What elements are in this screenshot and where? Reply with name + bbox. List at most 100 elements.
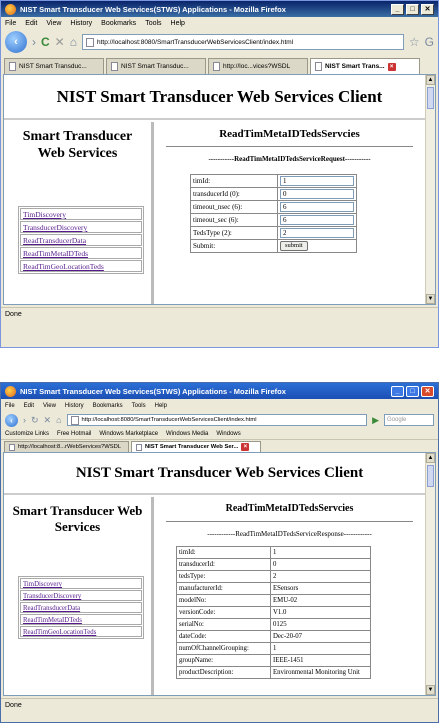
- scroll-down-icon[interactable]: ▼: [426, 685, 435, 695]
- url-bar[interactable]: http://localhost:8080/SmartTransducerWeb…: [66, 414, 368, 426]
- bookmark-star-icon[interactable]: ☆: [409, 35, 420, 49]
- link-read-tim-meta-id-teds[interactable]: ReadTimMetaIDTeds: [20, 614, 142, 625]
- scroll-thumb[interactable]: [427, 465, 434, 487]
- page-icon: [70, 415, 79, 425]
- maximize-button[interactable]: □: [406, 3, 419, 15]
- link-transducer-discovery[interactable]: TransducerDiscovery: [20, 221, 142, 233]
- link-read-transducer-data[interactable]: ReadTransducerData: [20, 234, 142, 246]
- field-value: EMU-02: [270, 594, 371, 607]
- field-label: serialNo:: [176, 618, 271, 631]
- field-value: 2: [270, 570, 371, 583]
- tab-2-active[interactable]: NIST Smart Transducer Web Ser... ×: [131, 441, 261, 452]
- field-label: modelNo:: [176, 594, 271, 607]
- submit-button[interactable]: submit: [280, 241, 308, 251]
- menu-tools[interactable]: Tools: [132, 403, 146, 409]
- response-table: timId: 1 transducerId: 0 tedsType: 2 manufa…: [176, 546, 371, 679]
- transducer-id-input[interactable]: 0: [280, 189, 354, 199]
- link-tim-discovery[interactable]: TimDiscovery: [20, 578, 142, 589]
- link-transducer-discovery[interactable]: TransducerDiscovery: [20, 590, 142, 601]
- scroll-thumb[interactable]: [427, 87, 434, 109]
- tab-label: NIST Smart Transduc...: [19, 63, 87, 70]
- menu-tools[interactable]: Tools: [145, 20, 161, 27]
- menu-history[interactable]: History: [70, 20, 92, 27]
- bookmark-windows-media[interactable]: Windows Media: [166, 431, 208, 437]
- service-links: TimDiscovery TransducerDiscovery ReadTra…: [18, 576, 144, 639]
- close-button[interactable]: ✕: [421, 385, 434, 397]
- scroll-down-icon[interactable]: ▼: [426, 294, 435, 304]
- menu-view[interactable]: View: [46, 20, 61, 27]
- scroll-up-icon[interactable]: ▲: [426, 75, 435, 85]
- menu-edit[interactable]: Edit: [25, 20, 37, 27]
- minimize-button[interactable]: _: [391, 385, 404, 397]
- field-label: tedsType:: [176, 570, 271, 583]
- tab-3[interactable]: http://loc...vices?WSDL: [208, 58, 308, 74]
- timeout-nsec-input[interactable]: 6: [280, 202, 354, 212]
- vertical-scrollbar[interactable]: ▲ ▼: [425, 75, 435, 304]
- close-button[interactable]: ✕: [421, 3, 434, 15]
- close-tab-icon[interactable]: ×: [387, 62, 396, 71]
- field-label: groupName:: [176, 654, 271, 667]
- menu-bar: File Edit View History Bookmarks Tools H…: [1, 399, 438, 412]
- scroll-up-icon[interactable]: ▲: [426, 453, 435, 463]
- tab-1[interactable]: http://localhost:8...rWebServices?WSDL: [4, 441, 129, 452]
- table-row: manufacturerId: ESensors: [176, 582, 371, 595]
- bookmark-windows-marketplace[interactable]: Windows Marketplace: [99, 431, 158, 437]
- menu-view[interactable]: View: [43, 403, 56, 409]
- page-icon: [111, 62, 118, 71]
- link-read-transducer-data[interactable]: ReadTransducerData: [20, 602, 142, 613]
- back-arrow-icon[interactable]: ‹: [5, 413, 18, 427]
- reload-icon[interactable]: C: [41, 35, 50, 49]
- menu-bookmarks[interactable]: Bookmarks: [93, 403, 123, 409]
- timeout-sec-input[interactable]: 6: [280, 215, 354, 225]
- link-read-tim-geo-location-teds[interactable]: ReadTimGeoLocationTeds: [20, 626, 142, 637]
- tab-4-active[interactable]: NIST Smart Trans... ×: [310, 58, 420, 74]
- stop-icon[interactable]: ✕: [44, 415, 52, 426]
- tim-id-input[interactable]: 1: [280, 176, 354, 186]
- forward-arrow-icon[interactable]: ›: [23, 415, 26, 425]
- link-read-tim-meta-id-teds[interactable]: ReadTimMetaIDTeds: [20, 247, 142, 259]
- field-label: transducerId:: [176, 558, 271, 571]
- form-row: TedsType (2): 2: [190, 226, 357, 240]
- google-search-icon[interactable]: G: [425, 35, 434, 49]
- bookmark-free-hotmail[interactable]: Free Hotmail: [57, 431, 91, 437]
- menu-help[interactable]: Help: [155, 403, 167, 409]
- menu-file[interactable]: File: [5, 403, 15, 409]
- teds-type-input[interactable]: 2: [280, 228, 354, 238]
- menu-history[interactable]: History: [65, 403, 84, 409]
- tab-2[interactable]: NIST Smart Transduc...: [106, 58, 206, 74]
- minimize-button[interactable]: _: [391, 3, 404, 15]
- back-arrow-icon[interactable]: ‹: [5, 31, 27, 53]
- forward-arrow-icon[interactable]: ›: [32, 35, 36, 49]
- stop-icon[interactable]: ✕: [55, 35, 65, 49]
- menu-file[interactable]: File: [5, 20, 16, 27]
- reload-icon[interactable]: ↻: [31, 415, 39, 426]
- menu-bookmarks[interactable]: Bookmarks: [101, 20, 136, 27]
- maximize-button[interactable]: □: [406, 385, 419, 397]
- link-read-tim-geo-location-teds[interactable]: ReadTimGeoLocationTeds: [20, 260, 142, 272]
- service-frame: ReadTimMetaIDTedsServcies -----------Rea…: [154, 122, 425, 304]
- go-arrow-icon[interactable]: ▶: [372, 415, 379, 426]
- search-input[interactable]: Google: [384, 414, 434, 426]
- url-text: http://localhost:8080/SmartTransducerWeb…: [81, 417, 257, 423]
- table-row: groupName: IEEE-1451: [176, 654, 371, 667]
- field-label: versionCode:: [176, 606, 271, 619]
- bookmark-windows[interactable]: Windows: [216, 431, 240, 437]
- field-value: 0: [270, 558, 371, 571]
- close-tab-icon[interactable]: ×: [241, 443, 250, 451]
- home-icon[interactable]: ⌂: [56, 415, 61, 425]
- bookmark-customize-links[interactable]: Customize Links: [5, 431, 49, 437]
- menu-help[interactable]: Help: [171, 20, 185, 27]
- left-title: Smart Transducer Web Services: [12, 503, 143, 534]
- page-icon: [136, 443, 142, 451]
- tab-1[interactable]: NIST Smart Transduc...: [4, 58, 104, 74]
- home-icon[interactable]: ⌂: [70, 35, 77, 49]
- url-bar[interactable]: http://localhost:8080/SmartTransducerWeb…: [81, 34, 404, 50]
- table-row: versionCode: V1.0: [176, 606, 371, 619]
- vertical-scrollbar[interactable]: ▲ ▼: [425, 453, 435, 695]
- link-tim-discovery[interactable]: TimDiscovery: [20, 208, 142, 220]
- field-label: dateCode:: [176, 630, 271, 643]
- table-row: timId: 1: [176, 546, 371, 559]
- field-label: TedsType (2):: [190, 226, 278, 240]
- menu-edit[interactable]: Edit: [24, 403, 34, 409]
- page-icon: [85, 37, 94, 47]
